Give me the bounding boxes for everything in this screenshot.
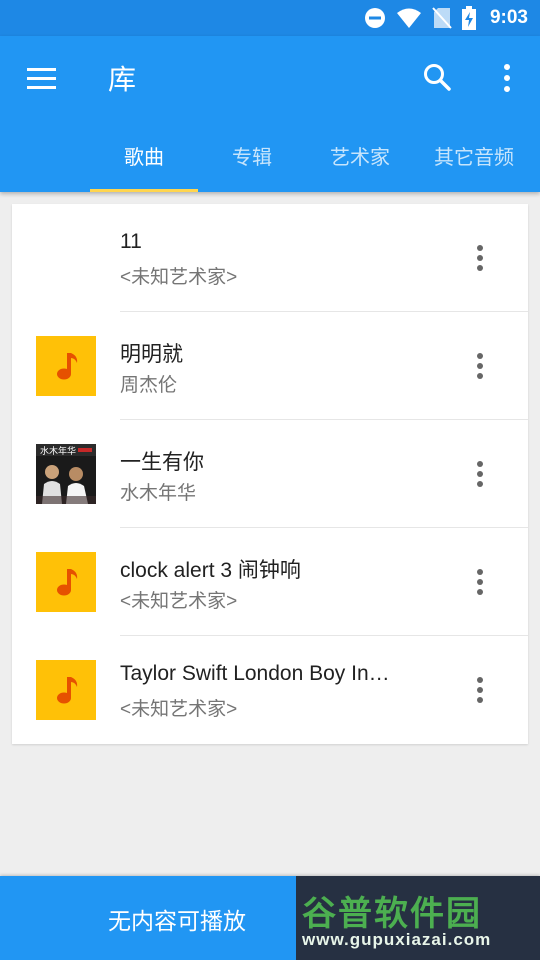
song-title: 一生有你 (120, 451, 204, 474)
song-artist: <未知艺术家> (120, 591, 238, 612)
music-note-icon (57, 677, 78, 704)
song-row[interactable]: 明明就 周杰伦 (12, 312, 528, 420)
song-thumbnail (36, 336, 96, 396)
menu-button[interactable] (26, 66, 58, 92)
song-row[interactable]: 水木年华 一生有你 水木年华 (12, 420, 528, 528)
song-options-button[interactable] (470, 242, 490, 274)
song-row[interactable]: Taylor Swift London Boy In… <未知艺术家> (12, 636, 528, 744)
song-options-button[interactable] (470, 350, 490, 382)
page-title: 库 (108, 63, 137, 96)
watermark: 谷普软件园 www.gupuxiazai.com (296, 876, 540, 960)
hamburger-menu-icon (27, 68, 56, 89)
music-note-icon (57, 353, 78, 380)
song-title: 11 (120, 230, 142, 253)
status-bar: 9:03 (0, 0, 540, 36)
song-thumbnail (36, 660, 96, 720)
song-artist: <未知艺术家> (120, 267, 238, 288)
song-options-button[interactable] (470, 674, 490, 706)
watermark-logo: 谷普软件园 (302, 894, 482, 934)
now-playing-message: 无内容可播放 (108, 909, 246, 935)
music-note-icon (57, 569, 78, 596)
song-thumbnail (36, 552, 96, 612)
tab-artists[interactable]: 艺术家 (306, 134, 414, 192)
wifi-icon (396, 7, 422, 29)
song-options-button[interactable] (470, 566, 490, 598)
battery-charging-icon (461, 6, 476, 30)
watermark-url: www.gupuxiazai.com (302, 930, 492, 949)
album-cover: 水木年华 (36, 444, 96, 504)
do-not-disturb-icon (364, 7, 386, 29)
tab-indicator (90, 189, 198, 192)
song-artist: 周杰伦 (120, 375, 178, 396)
tab-bar: 歌曲 专辑 艺术家 其它音频 (0, 134, 540, 192)
more-vert-icon (477, 353, 483, 379)
tab-albums[interactable]: 专辑 (198, 134, 306, 192)
song-list: 11 <未知艺术家> 明明就 周杰伦 水木年华 一生有你 水木年华 clock … (12, 204, 528, 744)
now-playing-bar[interactable]: 无内容可播放 谷普软件园 www.gupuxiazai.com (0, 876, 540, 960)
overflow-menu-button[interactable] (496, 62, 518, 94)
album-cover-title: 水木年华 (40, 445, 76, 457)
album-cover-art: 水木年华 (36, 444, 96, 504)
more-vert-icon (504, 64, 510, 92)
song-row[interactable]: clock alert 3 闹钟响 <未知艺术家> (12, 528, 528, 636)
more-vert-icon (477, 569, 483, 595)
app-bar: 库 歌曲 专辑 艺术家 其它音频 (0, 36, 540, 192)
song-title: clock alert 3 闹钟响 (120, 559, 301, 582)
song-artist: 水木年华 (120, 483, 197, 504)
search-button[interactable] (422, 62, 454, 94)
song-row[interactable]: 11 <未知艺术家> (12, 204, 528, 312)
more-vert-icon (477, 461, 483, 487)
song-title: Taylor Swift London Boy In… (120, 662, 390, 685)
tab-songs[interactable]: 歌曲 (90, 134, 198, 192)
tab-other-audio[interactable]: 其它音频 (414, 134, 534, 192)
no-sim-icon (432, 7, 452, 29)
more-vert-icon (477, 245, 483, 271)
song-options-button[interactable] (470, 458, 490, 490)
song-artist: <未知艺术家> (120, 699, 238, 720)
song-title: 明明就 (120, 343, 183, 366)
search-icon (424, 64, 451, 91)
more-vert-icon (477, 677, 483, 703)
status-time: 9:03 (489, 7, 528, 28)
